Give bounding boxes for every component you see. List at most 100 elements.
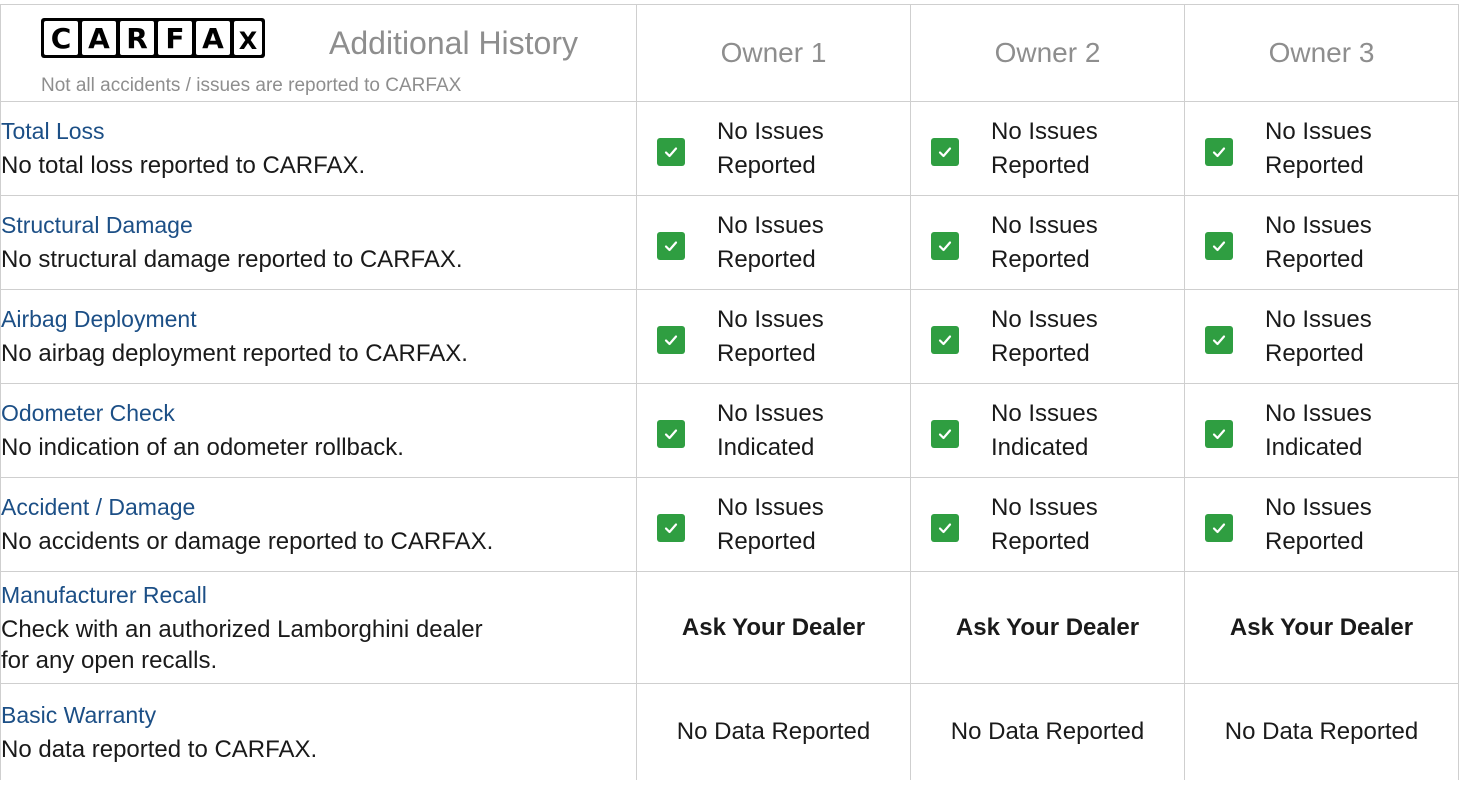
status-line-1: No Issues — [991, 211, 1098, 239]
checkbox-checked-icon — [1205, 419, 1233, 448]
status-line-2: Reported — [717, 339, 816, 367]
status-line-1: No Issues — [1265, 211, 1372, 239]
table-row: Accident / Damage No accidents or damage… — [0, 477, 1459, 572]
logo-letter: X — [234, 21, 262, 55]
checkbox-checked-icon — [1205, 137, 1233, 166]
owner-1-status: No Issues Reported — [636, 101, 911, 196]
owner-2-status: No Issues Indicated — [910, 383, 1185, 478]
logo-letter: C — [44, 21, 78, 55]
owner-1-header: Owner 1 — [636, 4, 911, 102]
status-line-2: Indicated — [1265, 433, 1363, 461]
checkbox-checked-icon — [931, 419, 959, 448]
table-header-row: C A R F A X Additional History Not all a… — [0, 4, 1459, 102]
row-label-cell: Manufacturer Recall Check with an author… — [0, 571, 637, 684]
table-row: Airbag Deployment No airbag deployment r… — [0, 289, 1459, 384]
table-row: Structural Damage No structural damage r… — [0, 195, 1459, 290]
status-line-2: Reported — [991, 527, 1090, 555]
owner-1-status: No Issues Reported — [636, 477, 911, 572]
status-line-2: Reported — [1265, 527, 1364, 555]
status-line-1: No Issues — [991, 117, 1098, 145]
status-line-2: Reported — [991, 151, 1090, 179]
owner-2-status: No Issues Reported — [910, 101, 1185, 196]
owner-3-status: No Issues Reported — [1184, 101, 1459, 196]
row-description: No structural damage reported to CARFAX. — [1, 246, 463, 273]
row-label-cell: Accident / Damage No accidents or damage… — [0, 477, 637, 572]
owner-1-recall: Ask Your Dealer — [636, 571, 911, 684]
owner-1-status: No Issues Reported — [636, 195, 911, 290]
header-note: Not all accidents / issues are reported … — [41, 75, 462, 96]
status-line-2: Reported — [991, 245, 1090, 273]
status-line-2: Indicated — [991, 433, 1089, 461]
checkbox-checked-icon — [931, 325, 959, 354]
table-row: Basic Warranty No data reported to CARFA… — [0, 683, 1459, 780]
additional-history-report: C A R F A X Additional History Not all a… — [0, 0, 1462, 794]
status-line-2: Reported — [1265, 151, 1364, 179]
table-row: Total Loss No total loss reported to CAR… — [0, 101, 1459, 196]
row-title[interactable]: Odometer Check — [1, 398, 636, 428]
row-label-cell: Total Loss No total loss reported to CAR… — [0, 101, 637, 196]
owner-2-status: No Issues Reported — [910, 195, 1185, 290]
row-title[interactable]: Airbag Deployment — [1, 304, 636, 334]
owner-1-status: No Issues Reported — [636, 289, 911, 384]
header-title-cell: C A R F A X Additional History Not all a… — [0, 4, 637, 102]
row-description: No indication of an odometer rollback. — [1, 434, 404, 461]
row-description-line: Check with an authorized Lamborghini dea… — [1, 615, 483, 643]
status-line-1: No Issues — [717, 211, 824, 239]
owner-3-status: No Issues Reported — [1184, 477, 1459, 572]
owner-2-header: Owner 2 — [910, 4, 1185, 102]
checkbox-checked-icon — [931, 513, 959, 542]
checkbox-checked-icon — [657, 513, 685, 542]
checkbox-checked-icon — [657, 419, 685, 448]
section-title: Additional History — [329, 25, 578, 61]
checkbox-checked-icon — [1205, 513, 1233, 542]
status-line-1: No Issues — [991, 399, 1098, 427]
checkbox-checked-icon — [1205, 325, 1233, 354]
checkbox-checked-icon — [931, 231, 959, 260]
checkbox-checked-icon — [1205, 231, 1233, 260]
owner-1-warranty: No Data Reported — [636, 683, 911, 780]
checkbox-checked-icon — [931, 137, 959, 166]
status-line-1: No Issues — [717, 305, 824, 333]
owner-3-header: Owner 3 — [1184, 4, 1459, 102]
status-line-1: No Issues — [717, 117, 824, 145]
row-description: No accidents or damage reported to CARFA… — [1, 528, 494, 555]
checkbox-checked-icon — [657, 137, 685, 166]
status-line-2: Reported — [717, 151, 816, 179]
status-line-2: Reported — [991, 339, 1090, 367]
owner-2-warranty: No Data Reported — [910, 683, 1185, 780]
row-title[interactable]: Basic Warranty — [1, 700, 636, 730]
status-line-2: Reported — [717, 245, 816, 273]
row-title[interactable]: Total Loss — [1, 116, 636, 146]
owner-3-status: No Issues Reported — [1184, 195, 1459, 290]
row-title[interactable]: Manufacturer Recall — [1, 580, 636, 610]
status-line-1: No Issues — [1265, 117, 1372, 145]
status-line-1: No Issues — [991, 305, 1098, 333]
row-label-cell: Structural Damage No structural damage r… — [0, 195, 637, 290]
row-label-cell: Odometer Check No indication of an odome… — [0, 383, 637, 478]
status-line-1: No Issues — [717, 493, 824, 521]
owner-2-status: No Issues Reported — [910, 289, 1185, 384]
row-description-line: for any open recalls. — [1, 646, 218, 674]
additional-history-table: C A R F A X Additional History Not all a… — [0, 4, 1459, 780]
row-label-cell: Basic Warranty No data reported to CARFA… — [0, 683, 637, 780]
row-description: No data reported to CARFAX. — [1, 735, 318, 763]
logo-letter: A — [196, 21, 230, 55]
status-line-1: No Issues — [991, 493, 1098, 521]
status-line-1: No Issues — [1265, 493, 1372, 521]
table-row: Manufacturer Recall Check with an author… — [0, 571, 1459, 684]
owner-1-status: No Issues Indicated — [636, 383, 911, 478]
checkbox-checked-icon — [657, 325, 685, 354]
owner-3-status: No Issues Reported — [1184, 289, 1459, 384]
owner-3-status: No Issues Indicated — [1184, 383, 1459, 478]
row-title[interactable]: Structural Damage — [1, 210, 636, 240]
logo-letter: F — [158, 21, 192, 55]
status-line-2: Reported — [717, 527, 816, 555]
owner-3-recall: Ask Your Dealer — [1184, 571, 1459, 684]
row-label-cell: Airbag Deployment No airbag deployment r… — [0, 289, 637, 384]
owner-2-status: No Issues Reported — [910, 477, 1185, 572]
owner-3-warranty: No Data Reported — [1184, 683, 1459, 780]
owner-2-recall: Ask Your Dealer — [910, 571, 1185, 684]
row-title[interactable]: Accident / Damage — [1, 492, 636, 522]
checkbox-checked-icon — [657, 231, 685, 260]
table-row: Odometer Check No indication of an odome… — [0, 383, 1459, 478]
